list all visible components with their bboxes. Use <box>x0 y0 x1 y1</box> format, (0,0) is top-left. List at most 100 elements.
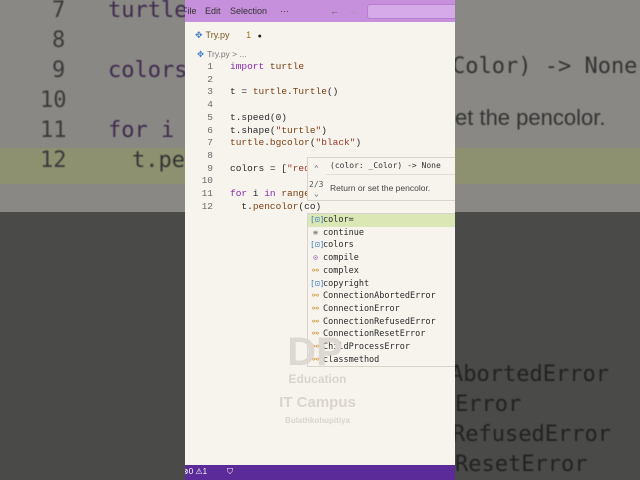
bg-line-number: 10 <box>40 88 67 113</box>
function-icon: ⊙ <box>313 253 318 263</box>
vscode-window: File Edit Selection ··· ← → ✥Try.py 1 ● … <box>185 0 455 480</box>
suggestion-item[interactable]: ≡ continue <box>308 227 455 240</box>
suggestion-item[interactable]: [⊡]color= <box>308 214 455 227</box>
bg-text: Error <box>455 392 522 417</box>
ports-icon[interactable]: ⛉ <box>227 467 233 477</box>
suggestion-item[interactable]: ⚯ ConnectionRefusedError <box>308 316 455 329</box>
signature-doc: Return or set the pencolor. <box>330 183 431 193</box>
class-icon: ⚯ <box>312 291 319 301</box>
suggestion-label: continue <box>323 227 364 238</box>
warning-icon: ⚠ <box>195 467 203 476</box>
breadcrumb-file[interactable]: Try.py <box>207 49 230 59</box>
bg-text: ResetError <box>455 452 588 477</box>
suggestion-item[interactable]: [⊡]colors <box>308 239 455 252</box>
class-icon: ⚯ <box>312 265 319 275</box>
suggestion-item[interactable]: ⊙ compile <box>308 252 455 265</box>
overload-counter: 2/3 <box>309 180 324 189</box>
python-file-icon: ✥ <box>195 30 203 40</box>
suggestion-item[interactable]: ⚯ ConnectionAbortedError <box>308 290 455 303</box>
title-bar: File Edit Selection ··· ← → <box>185 0 455 22</box>
line-number: 10 <box>201 175 213 187</box>
class-icon: ⚯ <box>312 316 319 326</box>
suggestion-item[interactable]: ⚯ ConnectionError <box>308 303 455 316</box>
code-line[interactable]: 4 <box>185 99 455 112</box>
line-number: 12 <box>201 200 213 212</box>
code-text: turtle.bgcolor("black") <box>230 137 362 149</box>
bg-code: turtle <box>108 0 188 23</box>
tab-filename: Try.py <box>205 30 230 40</box>
next-overload-icon[interactable]: ⌄ <box>314 189 319 198</box>
watermark-education: Education <box>288 372 347 386</box>
code-line[interactable]: 7 turtle.bgcolor("black") <box>185 137 455 150</box>
suggestion-item[interactable]: [⊡]copyright <box>308 278 455 291</box>
code-line[interactable]: 2 <box>185 74 455 87</box>
bg-line-number: 8 <box>52 28 66 53</box>
status-bar: ⊗0 ⚠1 ⛉ <box>185 465 455 480</box>
code-text: for i in range( <box>230 188 316 199</box>
breadcrumb-symbols[interactable]: ... <box>240 49 247 59</box>
code-text: t.speed(0) <box>230 111 288 123</box>
watermark-location: Bulathkohupitiya <box>285 416 350 425</box>
signature-text: (color: _Color) -> None <box>330 161 441 170</box>
breadcrumb: ✥ Try.py > ... <box>197 49 247 60</box>
problem-count: 1 <box>246 30 252 40</box>
code-text: import turtle <box>230 61 305 72</box>
code-text: colors = ["red" <box>230 162 316 174</box>
suggestion-label: ConnectionError <box>323 303 400 314</box>
suggestion-label: ConnectionAbortedError <box>323 291 436 302</box>
bg-line-number: 12 <box>40 148 67 173</box>
code-text: t.pencolor(co) <box>230 200 322 212</box>
suggestion-label: compile <box>323 253 359 264</box>
back-arrow-icon[interactable]: ← <box>330 6 339 16</box>
bg-line-number: 11 <box>40 118 67 143</box>
menu-selection[interactable]: Selection <box>230 6 267 16</box>
bg-text: Color) -> None <box>452 54 638 79</box>
suggestion-item[interactable]: ⚯ complex <box>308 265 455 278</box>
code-text: t.shape("turtle") <box>230 124 327 136</box>
code-line[interactable]: 3 t = turtle.Turtle() <box>185 86 455 99</box>
suggestion-label: copyright <box>323 278 370 289</box>
line-number: 4 <box>207 99 213 111</box>
problems-indicator[interactable]: ⊗0 ⚠1 <box>185 467 207 476</box>
suggestion-label: colors <box>323 240 354 251</box>
line-number: 8 <box>207 149 213 161</box>
menu-file[interactable]: File <box>185 6 197 16</box>
line-number: 1 <box>207 61 213 72</box>
suggestion-label: complex <box>323 265 359 276</box>
line-number: 9 <box>207 162 213 174</box>
suggestion-label: color= <box>323 215 354 225</box>
class-icon: ⚯ <box>312 303 319 313</box>
code-line[interactable]: 12 t.pencolor(co) <box>185 201 455 214</box>
menu-more[interactable]: ··· <box>280 6 289 16</box>
previous-overload-icon[interactable]: ⌃ <box>314 164 319 173</box>
unsaved-dot-icon[interactable]: ● <box>258 33 262 40</box>
bg-code: colors <box>108 58 188 83</box>
line-number: 11 <box>201 188 213 199</box>
line-number: 5 <box>207 111 213 123</box>
breadcrumb-separator: > <box>232 49 238 59</box>
code-text: t = turtle.Turtle() <box>230 86 339 98</box>
warning-count: 1 <box>202 467 208 476</box>
menu-edit[interactable]: Edit <box>205 6 221 16</box>
bg-line-number: 9 <box>52 58 66 83</box>
error-count: 0 <box>188 467 194 476</box>
signature-help: ⌃ 2/3 ⌄ (color: _Color) -> None Return o… <box>307 157 455 201</box>
variable-icon: [⊡] <box>310 240 325 250</box>
tab-try-py[interactable]: ✥ Try.py 1 ● <box>195 30 262 41</box>
code-line[interactable]: 5 t.speed(0) <box>185 112 455 125</box>
forward-arrow-icon[interactable]: → <box>348 6 357 16</box>
suggestion-label: ConnectionRefusedError <box>323 316 436 327</box>
keyword-icon: ≡ <box>313 227 318 237</box>
watermark-logo: DP <box>287 330 343 374</box>
code-line[interactable]: 1 import turtle <box>185 61 455 74</box>
line-number: 6 <box>207 124 213 136</box>
line-number: 3 <box>207 86 213 98</box>
command-center-search[interactable] <box>367 4 455 19</box>
bg-text: et the pencolor. <box>455 105 606 130</box>
bg-text: RefusedError <box>452 422 611 447</box>
line-number: 2 <box>207 73 213 85</box>
line-number: 7 <box>207 137 213 149</box>
variable-icon: [⊡] <box>310 278 325 288</box>
bg-text: AbortedError <box>450 362 609 387</box>
code-line[interactable]: 6 t.shape("turtle") <box>185 125 455 138</box>
